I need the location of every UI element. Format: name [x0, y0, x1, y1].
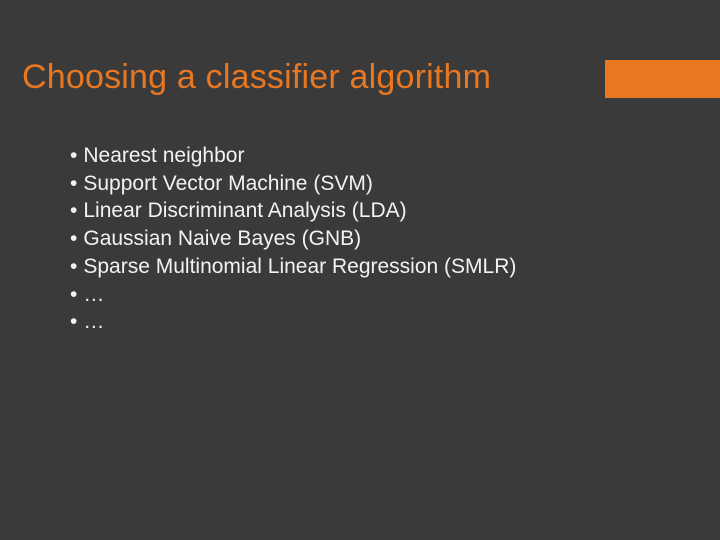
list-item-text: Support Vector Machine (SVM) [83, 170, 372, 198]
list-item-text: Nearest neighbor [83, 142, 244, 170]
list-item-text: Gaussian Naive Bayes (GNB) [83, 225, 361, 253]
list-item: • Nearest neighbor [70, 142, 680, 170]
list-item: • … [70, 308, 680, 336]
slide-title: Choosing a classifier algorithm [22, 58, 491, 97]
list-item: • Support Vector Machine (SVM) [70, 170, 680, 198]
bullet-icon: • [70, 197, 77, 225]
list-item: • Sparse Multinomial Linear Regression (… [70, 253, 680, 281]
list-item: • … [70, 281, 680, 309]
accent-bar [605, 60, 720, 98]
slide: Choosing a classifier algorithm • Neares… [0, 0, 720, 540]
list-item-text: … [83, 281, 104, 309]
bullet-icon: • [70, 170, 77, 198]
list-item-text: Sparse Multinomial Linear Regression (SM… [83, 253, 516, 281]
list-item: • Gaussian Naive Bayes (GNB) [70, 225, 680, 253]
bullet-icon: • [70, 142, 77, 170]
list-item: • Linear Discriminant Analysis (LDA) [70, 197, 680, 225]
bullet-icon: • [70, 253, 77, 281]
bullet-list: • Nearest neighbor • Support Vector Mach… [70, 142, 680, 336]
bullet-icon: • [70, 281, 77, 309]
list-item-text: … [83, 308, 104, 336]
bullet-icon: • [70, 308, 77, 336]
bullet-icon: • [70, 225, 77, 253]
list-item-text: Linear Discriminant Analysis (LDA) [83, 197, 406, 225]
